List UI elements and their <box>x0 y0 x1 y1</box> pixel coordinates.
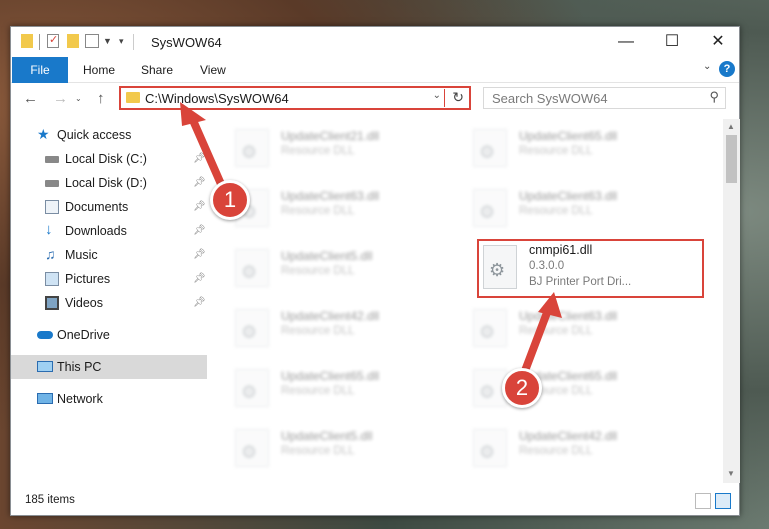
annotation-arrows <box>180 102 562 388</box>
step-badge-1: 1 <box>210 180 250 220</box>
step-badge-2: 2 <box>502 368 542 408</box>
